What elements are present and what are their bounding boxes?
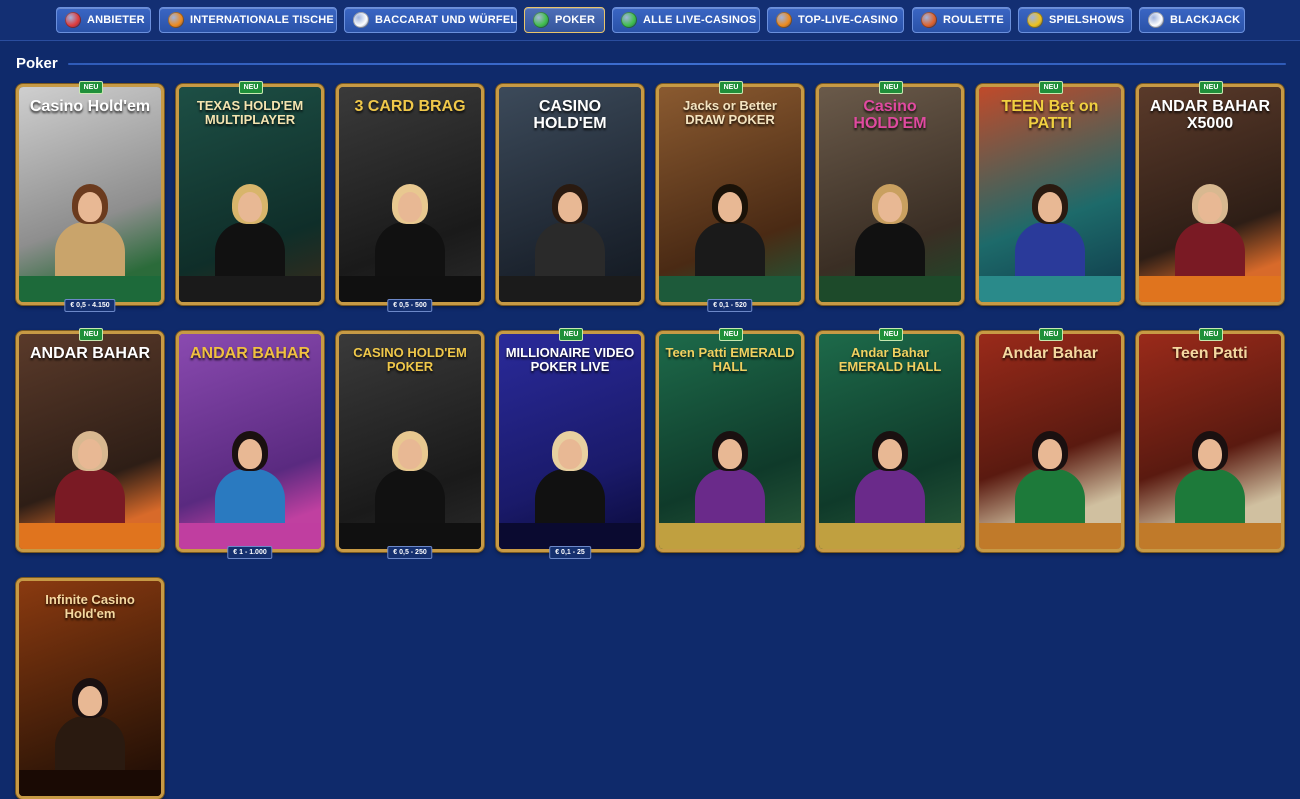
category-anbieter[interactable]: ANBIETER: [56, 7, 151, 33]
game-title: ANDAR BAHAR: [30, 345, 150, 362]
game-table: [819, 276, 961, 302]
new-badge: NEU: [239, 81, 263, 94]
game-title: Infinite Casino Hold'em: [45, 592, 135, 621]
game-tile[interactable]: Casino Hold'em: [16, 84, 164, 305]
game-table: [819, 523, 961, 549]
category-roulette[interactable]: ROULETTE: [912, 7, 1011, 33]
game-title: Casino HOLD'EM: [853, 98, 927, 132]
game-title: Casino Hold'em: [29, 98, 151, 115]
new-badge: NEU: [1039, 328, 1063, 341]
chips-icon: [621, 12, 637, 28]
category-label: ALLE LIVE-CASINOS: [643, 14, 757, 26]
game-tile[interactable]: ANDAR BAHAR: [16, 331, 164, 552]
game-table: [659, 523, 801, 549]
new-badge: NEU: [79, 81, 103, 94]
poker-chips-icon: [533, 12, 549, 28]
game-title: TEXAS HOLD'EM MULTIPLAYER: [196, 98, 304, 127]
game-tile[interactable]: MILLIONAIRE VIDEO POKER LIVE: [496, 331, 644, 552]
provider-icon: [65, 12, 81, 28]
category-poker[interactable]: POKER: [524, 7, 605, 33]
game-table: [19, 770, 161, 796]
game-table: [499, 276, 641, 302]
category-alle-live-casinos[interactable]: ALLE LIVE-CASINOS: [612, 7, 760, 33]
game-tile[interactable]: Casino HOLD'EM: [816, 84, 964, 305]
cards-icon: [1148, 12, 1164, 28]
new-badge: NEU: [719, 81, 743, 94]
game-tile[interactable]: ANDAR BAHAR: [176, 331, 324, 552]
section-title: Poker: [16, 55, 58, 72]
bet-limit-badge: € 0,5 - 500: [387, 299, 433, 312]
game-tile[interactable]: 3 CARD BRAG: [336, 84, 484, 305]
game-title: CASINO HOLD'EM POKER: [353, 345, 467, 374]
roulette-icon: [921, 12, 937, 28]
bet-limit-badge: € 1 - 1.000: [227, 546, 273, 559]
bet-limit-badge: € 0,5 - 250: [387, 546, 433, 559]
game-tile[interactable]: Jacks or Better DRAW POKER: [656, 84, 804, 305]
category-bar: ANBIETER INTERNATIONALE TISCHE BACCARAT UN…: [0, 0, 1300, 41]
section-divider: [68, 63, 1286, 65]
bet-limit-badge: € 0,1 - 25: [549, 546, 591, 559]
game-title: Jacks or Better DRAW POKER: [683, 98, 777, 127]
game-table: [179, 276, 321, 302]
category-spielshows[interactable]: SPIELSHOWS: [1018, 7, 1132, 33]
game-title: ANDAR BAHAR: [190, 345, 310, 362]
game-tile[interactable]: Teen Patti EMERALD HALL: [656, 331, 804, 552]
game-tile[interactable]: Andar Bahar: [976, 331, 1124, 552]
category-label: ROULETTE: [943, 14, 1004, 26]
game-tile[interactable]: TEEN Bet on PATTI: [976, 84, 1124, 305]
game-title: CASINO HOLD'EM: [533, 98, 607, 132]
game-title: ANDAR BAHAR X5000: [1150, 98, 1270, 132]
new-badge: NEU: [879, 81, 903, 94]
game-tile[interactable]: ANDAR BAHAR X5000: [1136, 84, 1284, 305]
game-tile[interactable]: Andar Bahar EMERALD HALL: [816, 331, 964, 552]
game-title: 3 CARD BRAG: [354, 98, 466, 115]
game-title: Andar Bahar EMERALD HALL: [838, 345, 942, 374]
category-top-live-casino[interactable]: TOP-LIVE-CASINO: [767, 7, 904, 33]
game-table: [1139, 276, 1281, 302]
game-table: [979, 523, 1121, 549]
game-title: TEEN Bet on PATTI: [1001, 98, 1099, 132]
category-blackjack[interactable]: BLACKJACK: [1139, 7, 1245, 33]
category-label: INTERNATIONALE TISCHE: [190, 14, 334, 26]
new-badge: NEU: [879, 328, 903, 341]
game-title: MILLIONAIRE VIDEO POKER LIVE: [505, 345, 635, 374]
game-tile[interactable]: Infinite Casino Hold'em: [16, 578, 164, 799]
new-badge: NEU: [1199, 81, 1223, 94]
category-label: POKER: [555, 14, 596, 26]
game-table: [979, 276, 1121, 302]
game-table: [19, 523, 161, 549]
game-tile[interactable]: TEXAS HOLD'EM MULTIPLAYER: [176, 84, 324, 305]
game-tile[interactable]: Teen Patti: [1136, 331, 1284, 552]
bet-limit-badge: € 0,5 - 4.150: [64, 299, 116, 312]
game-title: Teen Patti EMERALD HALL: [665, 345, 795, 374]
new-badge: NEU: [1199, 328, 1223, 341]
microphone-icon: [1027, 12, 1043, 28]
category-internationale-tische[interactable]: INTERNATIONALE TISCHE: [159, 7, 337, 33]
bet-limit-badge: € 0,1 - 520: [707, 299, 753, 312]
compass-icon: [168, 12, 184, 28]
category-label: ANBIETER: [87, 14, 145, 26]
game-tile[interactable]: CASINO HOLD'EM POKER: [336, 331, 484, 552]
category-label: BACCARAT UND WÜRFEL: [375, 14, 518, 26]
game-title: Andar Bahar: [1001, 345, 1099, 362]
category-label: BLACKJACK: [1170, 14, 1241, 26]
new-badge: NEU: [1039, 81, 1063, 94]
category-baccarat-und-würfel[interactable]: BACCARAT UND WÜRFEL: [344, 7, 517, 33]
new-badge: NEU: [559, 328, 583, 341]
game-tile[interactable]: CASINO HOLD'EM: [496, 84, 644, 305]
new-badge: NEU: [719, 328, 743, 341]
category-label: TOP-LIVE-CASINO: [798, 14, 898, 26]
category-label: SPIELSHOWS: [1049, 14, 1125, 26]
game-title: Teen Patti: [1172, 345, 1248, 362]
dice-cards-icon: [353, 12, 369, 28]
game-table: [1139, 523, 1281, 549]
star-icon: [776, 12, 792, 28]
new-badge: NEU: [79, 328, 103, 341]
